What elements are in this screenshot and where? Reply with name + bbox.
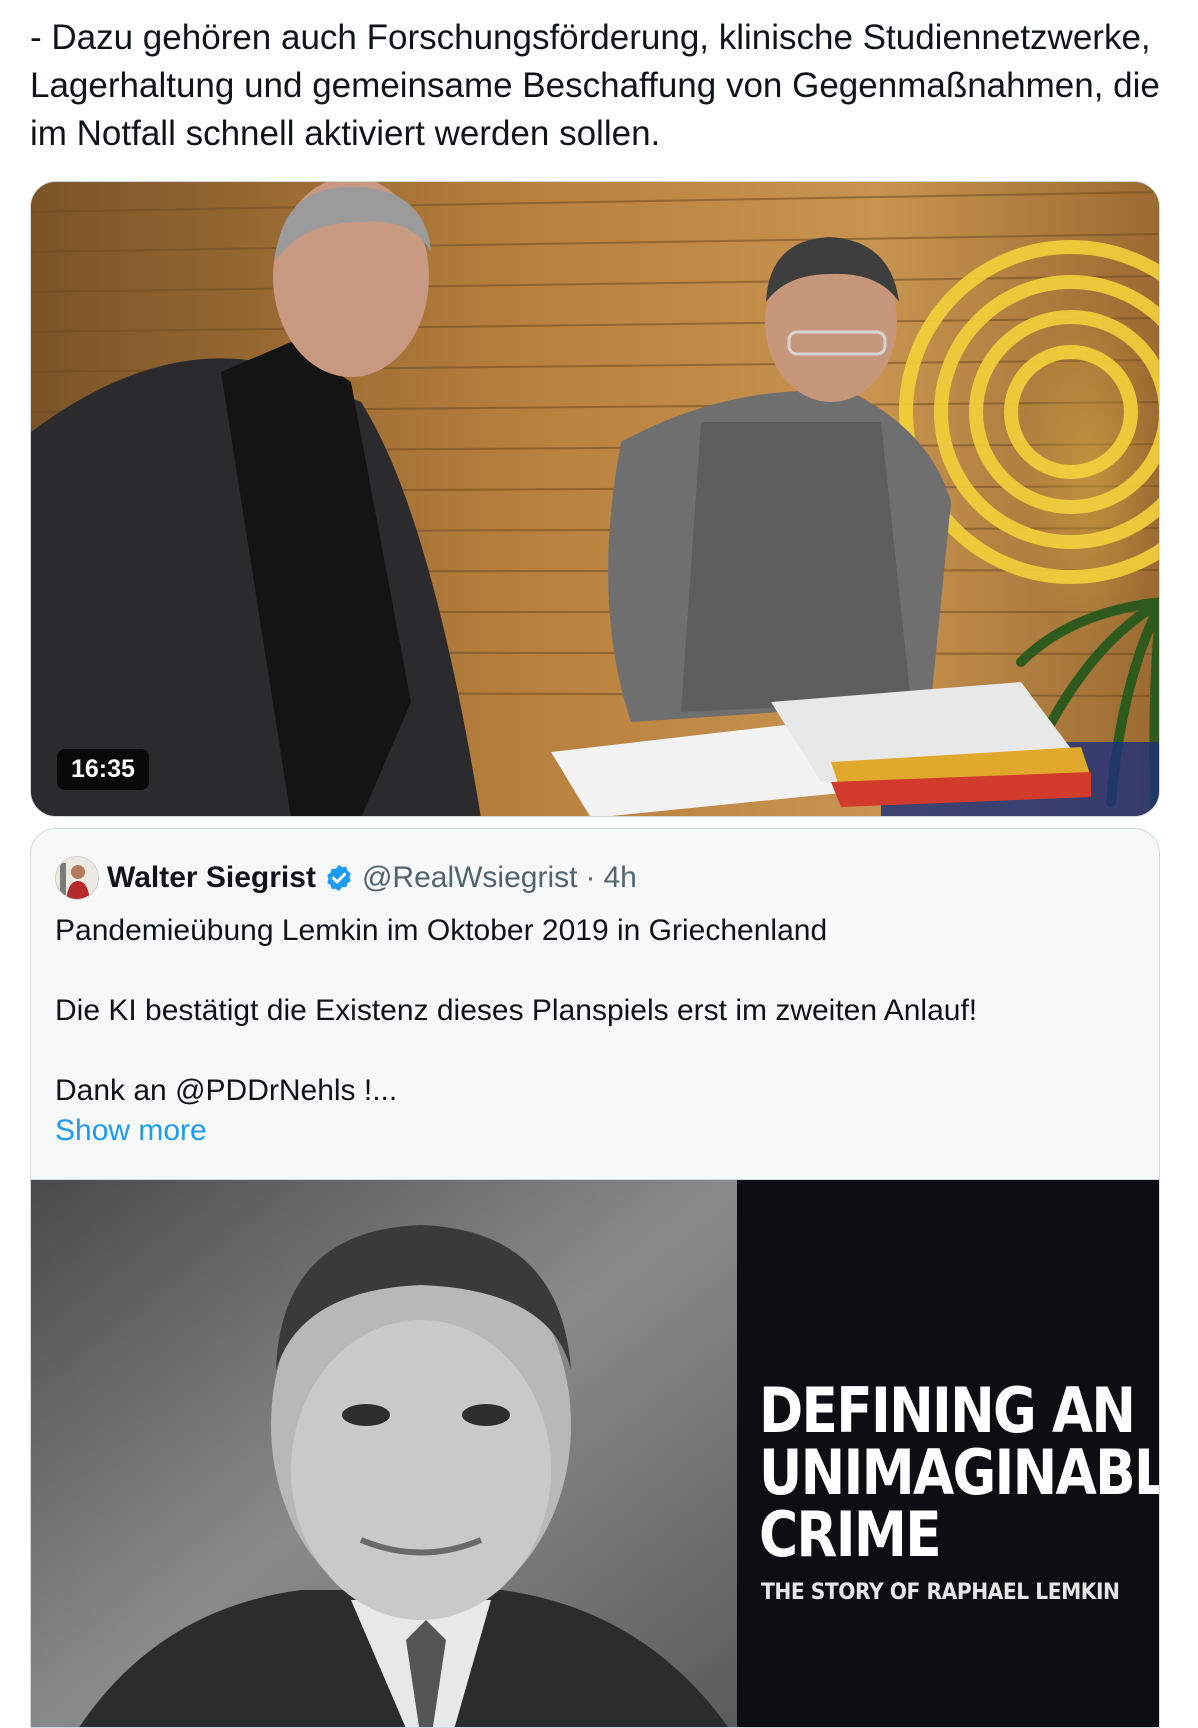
separator-dot: · (585, 861, 596, 894)
video-player[interactable]: 16:35 (30, 181, 1160, 817)
quote-paragraph: Die KI bestätigt die Existenz dieses Pla… (55, 994, 978, 1027)
author-name[interactable]: Walter Siegrist (107, 861, 316, 895)
video-duration-badge: 16:35 (57, 749, 149, 790)
quoted-tweet-text: Pandemieübung Lemkin im Oktober 2019 in … (55, 911, 1135, 1151)
quote-paragraph: Dank an @PDDrNehls !... (55, 1074, 398, 1107)
video-thumbnail (31, 182, 1159, 816)
quoted-tweet-image[interactable]: DEFINING AN UNIMAGINABLE CRIME THE STORY… (31, 1179, 1160, 1727)
tweet-text: - Dazu gehören auch Forschungsförderung,… (30, 18, 1160, 153)
title-line: CRIME (759, 1498, 942, 1571)
verified-badge-icon (327, 864, 351, 892)
avatar-image (56, 857, 98, 899)
book-cover-title: DEFINING AN UNIMAGINABLE CRIME (759, 1374, 1160, 1571)
title-line: DEFINING AN (759, 1374, 1136, 1447)
quoted-tweet-card[interactable]: Walter Siegrist @RealWsiegrist · 4h Pand… (30, 828, 1160, 1728)
quote-paragraph: Pandemieübung Lemkin im Oktober 2019 in … (55, 914, 828, 947)
quoted-tweet-header: Walter Siegrist @RealWsiegrist · 4h (55, 856, 637, 900)
show-more-link[interactable]: Show more (55, 1111, 1135, 1151)
post-time[interactable]: 4h (603, 861, 636, 895)
title-line: UNIMAGINABLE (759, 1436, 1160, 1509)
author-handle[interactable]: @RealWsiegrist (362, 861, 578, 895)
book-cover-subtitle: THE STORY OF RAPHAEL LEMKIN (761, 1580, 1120, 1605)
avatar[interactable] (55, 856, 99, 900)
